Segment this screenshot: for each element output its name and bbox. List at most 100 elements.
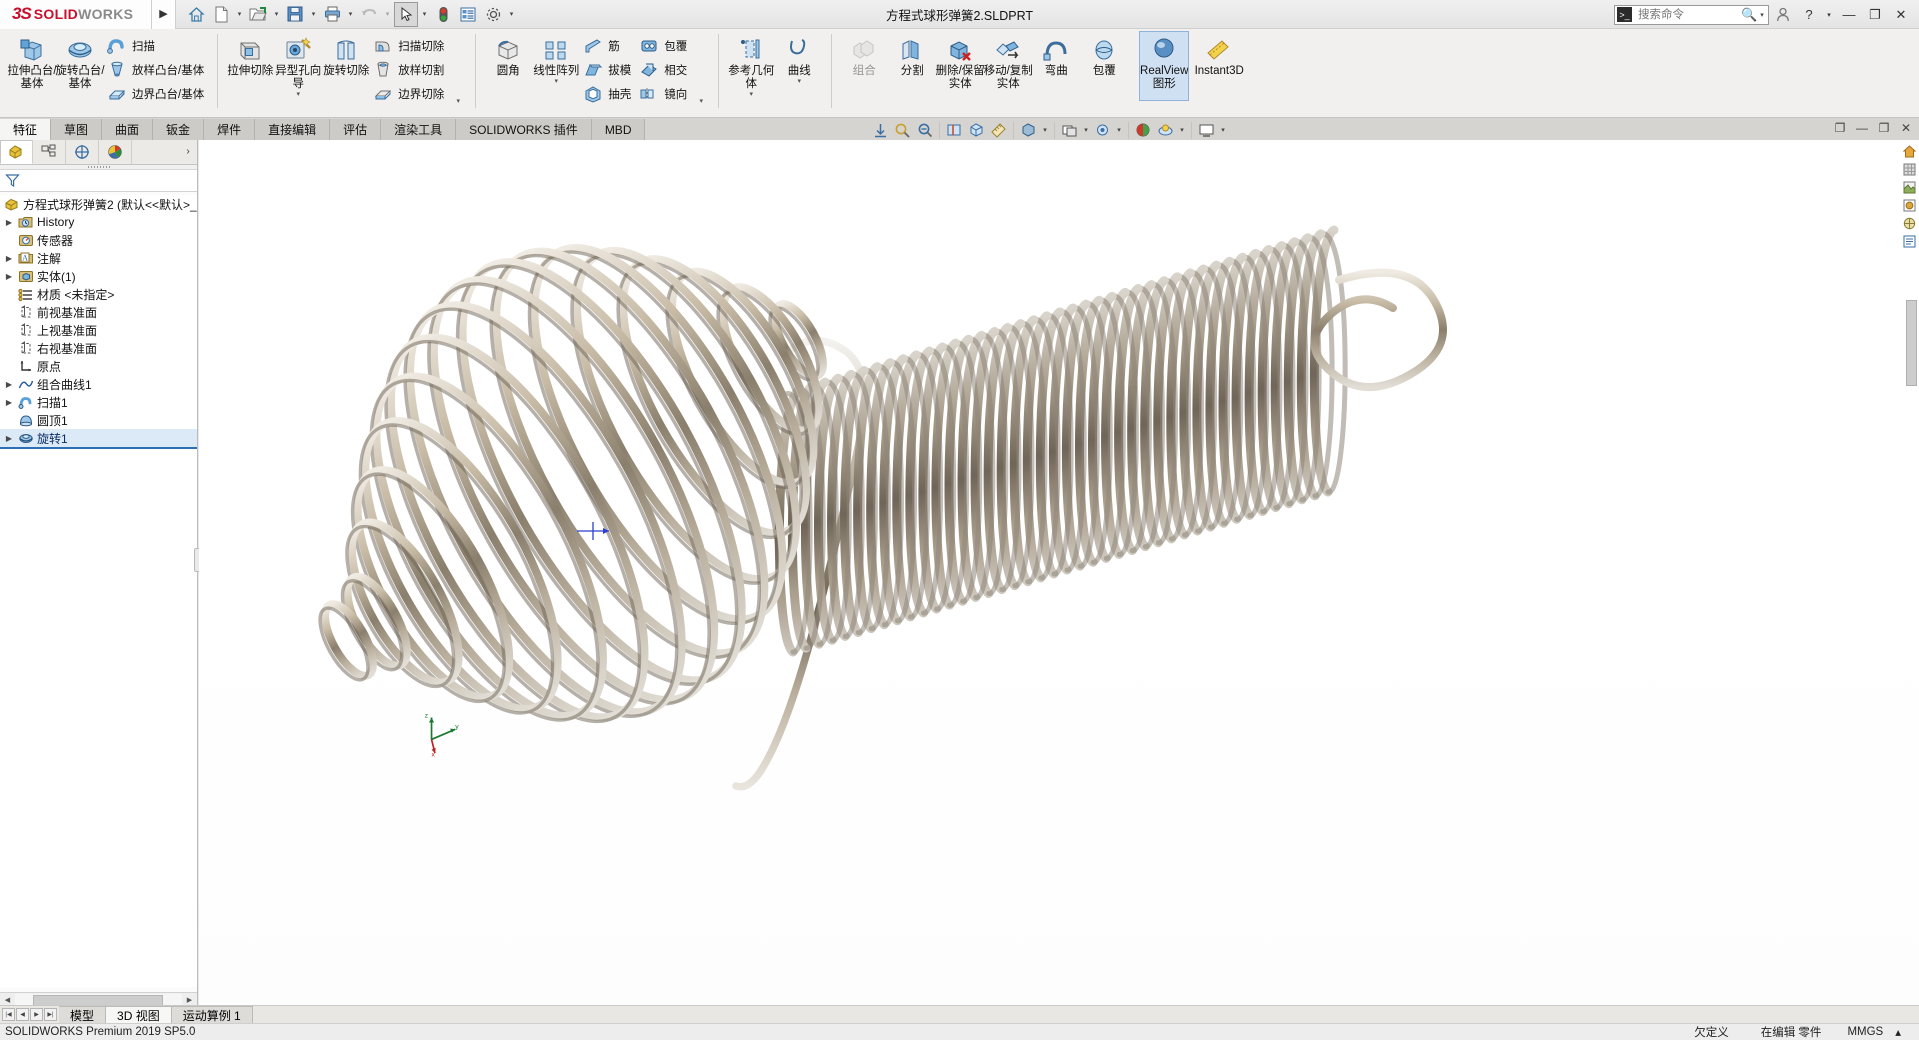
bottom-tab-3d-views[interactable]: 3D 视图 (106, 1006, 172, 1023)
wrap2-button[interactable]: 包覆 (1080, 32, 1128, 100)
display-style-chevron-icon[interactable]: ▾ (1040, 120, 1050, 141)
tree-root-part[interactable]: 方程式球形弹簧2 (默认<<默认>_显示状 (0, 195, 197, 213)
view-home-icon[interactable] (1900, 143, 1918, 160)
next-tab-icon[interactable]: ▶ (30, 1008, 43, 1021)
viewport-chevron-icon[interactable]: ▾ (1218, 120, 1228, 141)
select-cursor-icon[interactable] (394, 1, 418, 27)
search-icon[interactable]: 🔍 (1741, 7, 1757, 23)
rollback-bar[interactable] (0, 447, 197, 449)
display-style-icon[interactable] (1018, 120, 1039, 141)
units-chevron-icon[interactable]: ▴ (1893, 1025, 1919, 1039)
mirror-button[interactable]: 镜向 (636, 82, 692, 106)
feature-manager-expand-chevron-icon[interactable]: › (179, 140, 197, 164)
sweep-button[interactable]: 扫描 (104, 34, 209, 58)
close-button[interactable]: ✕ (1889, 3, 1913, 27)
doc-minimize-icon[interactable]: — (1854, 120, 1870, 136)
boundary-cut-button[interactable]: 边界切除 (370, 82, 449, 106)
custom-properties-icon[interactable] (1900, 233, 1918, 250)
view-orientation-icon[interactable] (966, 120, 987, 141)
command-search-box[interactable]: >_ 🔍 ▾ (1614, 4, 1769, 25)
open-document-chevron-icon[interactable]: ▾ (271, 2, 282, 27)
tab-direct-editing[interactable]: 直接编辑 (255, 119, 331, 140)
tab-surfaces[interactable]: 曲面 (102, 119, 154, 140)
tree-item-solid-bodies[interactable]: ▶ 实体(1) (0, 267, 197, 285)
prev-tab-icon[interactable]: ◀ (16, 1008, 29, 1021)
revolve-cut-button[interactable]: 旋转切除 (322, 32, 370, 100)
tree-item-history[interactable]: ▶ History (0, 213, 197, 231)
settings-chevron-icon[interactable]: ▾ (506, 2, 517, 27)
undo-icon[interactable] (357, 2, 381, 27)
search-chevron-icon[interactable]: ▾ (1760, 11, 1764, 19)
save-icon[interactable] (283, 2, 307, 27)
tree-item-right-plane[interactable]: 右视基准面 (0, 339, 197, 357)
first-tab-icon[interactable]: |◀ (2, 1008, 15, 1021)
rib-button[interactable]: 筋 (580, 34, 636, 58)
viewport-vertical-scrollbar-thumb[interactable] (1906, 300, 1917, 386)
lights-cameras-icon[interactable] (1900, 215, 1918, 232)
view-settings-icon[interactable] (1092, 120, 1113, 141)
tree-item-revolve[interactable]: ▶ 旋转1 (0, 429, 197, 447)
scenes-icon[interactable] (1900, 179, 1918, 196)
tree-item-composite-curve[interactable]: ▶ 组合曲线1 (0, 375, 197, 393)
search-input[interactable] (1636, 7, 1741, 22)
loft-cut-button[interactable]: 放样切割 (370, 58, 449, 82)
split-button[interactable]: 分割 (888, 32, 936, 100)
combine-button[interactable]: 组合 (840, 32, 888, 100)
help-chevron-icon[interactable]: ▾ (1823, 3, 1835, 27)
linear-pattern-chevron-icon[interactable]: ▾ (554, 78, 558, 88)
feature-tree-filter[interactable] (0, 170, 197, 192)
undo-chevron-icon[interactable]: ▾ (382, 2, 393, 27)
feature-tree-tab[interactable] (0, 140, 33, 164)
bottom-tab-model[interactable]: 模型 (59, 1006, 107, 1023)
doc-restore-icon[interactable]: ❐ (1832, 120, 1848, 136)
restore-button[interactable]: ❐ (1863, 3, 1887, 27)
wrap-button[interactable]: 包覆 (636, 34, 692, 58)
tree-item-sweep[interactable]: ▶ 扫描1 (0, 393, 197, 411)
tree-item-origin[interactable]: 原点 (0, 357, 197, 375)
delete-keep-body-button[interactable]: 删除/保留实体 (936, 32, 985, 100)
help-icon[interactable]: ? (1797, 3, 1821, 27)
features-group-chevron-icon[interactable]: ▾ (692, 98, 710, 108)
tab-weldments[interactable]: 焊件 (204, 119, 256, 140)
tree-item-sensors[interactable]: 传感器 (0, 231, 197, 249)
new-document-chevron-icon[interactable]: ▾ (234, 2, 245, 27)
revolve-boss-button[interactable]: 旋转凸台/基体 (55, 32, 105, 100)
rebuild-traffic-light-icon[interactable] (431, 2, 455, 27)
tree-item-front-plane[interactable]: 前视基准面 (0, 303, 197, 321)
tab-sheet-metal[interactable]: 钣金 (153, 119, 205, 140)
expand-arrow-icon[interactable]: ▶ (2, 434, 16, 443)
intersect-button[interactable]: 相交 (636, 58, 692, 82)
open-document-icon[interactable] (246, 2, 270, 27)
new-document-icon[interactable] (209, 2, 233, 27)
draft-button[interactable]: 拔模 (580, 58, 636, 82)
print-icon[interactable] (320, 2, 344, 27)
panel-splitter-handle[interactable] (0, 165, 197, 170)
cut-group-chevron-icon[interactable]: ▾ (449, 98, 467, 108)
tree-item-dome[interactable]: 圆顶1 (0, 411, 197, 429)
settings-gear-icon[interactable] (481, 2, 505, 27)
fillet-button[interactable]: 圆角 (484, 32, 532, 100)
select-chevron-icon[interactable]: ▾ (419, 2, 430, 27)
edit-appearance-icon[interactable] (1133, 120, 1154, 141)
apply-scene-icon[interactable] (1155, 120, 1176, 141)
bottom-tab-motion-study[interactable]: 运动算例 1 (171, 1006, 253, 1023)
shell-button[interactable]: 抽壳 (580, 82, 636, 106)
tree-item-material[interactable]: 材质 <未指定> (0, 285, 197, 303)
hide-show-items-icon[interactable] (1059, 120, 1080, 141)
units-label[interactable]: MMGS (1837, 1026, 1893, 1038)
graphics-viewport[interactable]: z y x (199, 140, 1919, 1005)
expand-arrow-icon[interactable]: ▶ (2, 272, 16, 281)
tab-render-tools[interactable]: 渲染工具 (381, 119, 457, 140)
hole-wizard-chevron-icon[interactable]: ▾ (296, 91, 300, 101)
last-tab-icon[interactable]: ▶| (44, 1008, 57, 1021)
realview-graphics-button[interactable]: RealView 图形 (1139, 31, 1190, 101)
options-list-icon[interactable] (456, 2, 480, 27)
expand-arrow-icon[interactable]: ▶ (2, 398, 16, 407)
curves-button[interactable]: 曲线 ▾ (775, 32, 823, 100)
viewport-icon[interactable] (1196, 120, 1217, 141)
apply-scene-chevron-icon[interactable]: ▾ (1177, 120, 1187, 141)
reference-geometry-chevron-icon[interactable]: ▾ (749, 91, 753, 101)
linear-pattern-button[interactable]: 线性阵列 ▾ (532, 32, 580, 100)
sweep-cut-button[interactable]: 扫描切除 (370, 34, 449, 58)
property-manager-tab[interactable] (33, 140, 66, 164)
